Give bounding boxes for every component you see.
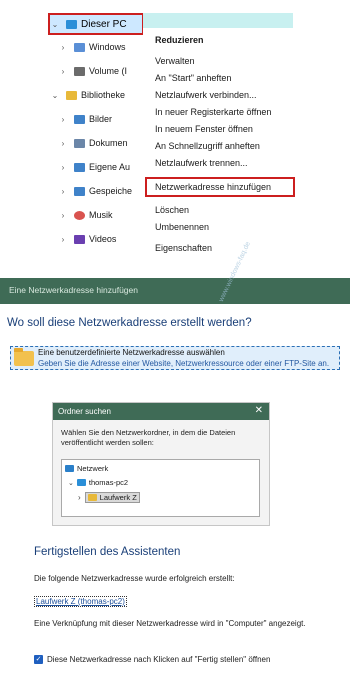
network-icon xyxy=(65,465,74,472)
tree-node-network[interactable]: Netzwerk xyxy=(65,464,108,473)
finish-heading: Fertigstellen des Assistenten xyxy=(34,546,181,558)
computer-icon xyxy=(76,479,86,486)
chevron-right-icon[interactable]: › xyxy=(58,211,68,220)
library-folder-icon xyxy=(66,90,77,100)
menu-item-pin-quick-access[interactable]: An Schnellzugriff anheften xyxy=(155,141,260,151)
tree-item-label: Gespeiche xyxy=(89,186,133,196)
tree-item-label: Dokumen xyxy=(89,138,128,148)
folder-tree: Netzwerk ⌄ thomas-pc2 › Laufwerk Z xyxy=(61,459,260,517)
chevron-down-icon[interactable]: ⌄ xyxy=(50,91,60,100)
menu-item-delete[interactable]: Löschen xyxy=(155,205,189,215)
menu-item-add-network-location[interactable]: Netzwerkadresse hinzufügen xyxy=(155,182,271,192)
dialog-title: Ordner suchen xyxy=(58,407,111,416)
folder-icon xyxy=(87,494,97,501)
tree-item-label: Videos xyxy=(89,234,117,244)
chevron-right-icon[interactable]: › xyxy=(58,235,68,244)
browse-folder-dialog: Ordner suchen ✕ Wählen Sie den Netzwerko… xyxy=(52,402,270,526)
menu-item-open-new-tab[interactable]: In neuer Registerkarte öffnen xyxy=(155,107,271,117)
explorer-navigation-pane: ⌄ Dieser PC › Windows › Volume (I ⌄ Bibl… xyxy=(0,0,165,265)
folder-icon xyxy=(14,348,34,366)
tree-item-label: Windows xyxy=(89,42,126,52)
music-icon xyxy=(74,210,85,220)
tree-item-label: Bibliotheke xyxy=(81,90,126,100)
menu-item-manage[interactable]: Verwalten xyxy=(155,56,195,66)
finish-info-text: Eine Verknüpfung mit dieser Netzwerkadre… xyxy=(34,619,306,628)
menu-item-rename[interactable]: Umbenennen xyxy=(155,222,209,232)
tree-item-label: Eigene Au xyxy=(89,162,131,172)
videos-icon xyxy=(74,234,85,244)
menu-item-pin-to-start[interactable]: An "Start" anheften xyxy=(155,73,231,83)
computer-icon xyxy=(66,19,77,29)
pictures-icon xyxy=(74,114,85,124)
menu-header-strip xyxy=(143,13,293,28)
tree-node-label: Laufwerk Z xyxy=(99,493,137,502)
tree-node-computer[interactable]: ⌄ thomas-pc2 xyxy=(68,478,128,487)
context-menu: Reduzieren Verwalten An "Start" anheften… xyxy=(143,13,295,265)
wizard-title: Eine Netzwerkadresse hinzufügen xyxy=(9,285,138,295)
menu-item-map-network-drive[interactable]: Netzlaufwerk verbinden... xyxy=(155,90,257,100)
close-icon[interactable]: ✕ xyxy=(255,405,263,416)
tree-item-label: Volume (I xyxy=(89,66,128,76)
menu-item-collapse[interactable]: Reduzieren xyxy=(155,35,204,45)
checkbox-checked-icon[interactable]: ✓ xyxy=(34,655,43,664)
tree-node-label: Netzwerk xyxy=(77,464,109,473)
documents-icon xyxy=(74,138,85,148)
finish-success-text: Die folgende Netzwerkadresse wurde erfol… xyxy=(34,574,235,583)
tree-item-label: Dieser PC xyxy=(81,18,127,30)
drive-icon xyxy=(74,66,85,76)
wizard-question: Wo soll diese Netzwerkadresse erstellt w… xyxy=(7,317,252,329)
network-location-link[interactable]: Laufwerk Z (thomas-pc2) xyxy=(34,596,127,607)
saved-pictures-icon xyxy=(74,186,85,196)
menu-item-open-new-window[interactable]: In neuem Fenster öffnen xyxy=(155,124,253,134)
tree-item-label: Musik xyxy=(89,210,113,220)
selected-node[interactable]: Laufwerk Z xyxy=(84,492,140,503)
chevron-down-icon[interactable]: ⌄ xyxy=(68,479,74,487)
wizard-title-bar: Eine Netzwerkadresse hinzufügen xyxy=(0,278,350,304)
tree-item-this-pc[interactable]: ⌄ Dieser PC xyxy=(48,13,144,35)
chevron-right-icon[interactable]: › xyxy=(58,187,68,196)
drive-icon xyxy=(74,42,85,52)
chevron-right-icon[interactable]: › xyxy=(58,163,68,172)
tree-node-label: thomas-pc2 xyxy=(88,478,129,487)
option-title: Eine benutzerdefinierte Netzwerkadresse … xyxy=(38,348,225,357)
custom-network-location-option[interactable]: Eine benutzerdefinierte Netzwerkadresse … xyxy=(10,346,340,370)
menu-item-properties[interactable]: Eigenschaften xyxy=(155,243,212,253)
dialog-description: Wählen Sie den Netzwerkordner, in dem di… xyxy=(61,428,236,447)
recordings-icon xyxy=(74,162,85,172)
checkbox-label: Diese Netzwerkadresse nach Klicken auf "… xyxy=(47,655,271,664)
tree-node-drive-z[interactable]: › Laufwerk Z xyxy=(78,492,140,503)
chevron-right-icon[interactable]: › xyxy=(58,67,68,76)
chevron-right-icon[interactable]: › xyxy=(78,493,81,502)
open-location-checkbox-row[interactable]: ✓ Diese Netzwerkadresse nach Klicken auf… xyxy=(34,655,270,664)
chevron-right-icon[interactable]: › xyxy=(58,43,68,52)
tree-item-label: Bilder xyxy=(89,114,113,124)
chevron-down-icon[interactable]: ⌄ xyxy=(50,20,60,29)
chevron-right-icon[interactable]: › xyxy=(58,139,68,148)
dialog-title-bar: Ordner suchen ✕ xyxy=(53,403,269,420)
chevron-right-icon[interactable]: › xyxy=(58,115,68,124)
menu-item-disconnect-network-drive[interactable]: Netzlaufwerk trennen... xyxy=(155,158,248,168)
option-description: Geben Sie die Adresse einer Website, Net… xyxy=(38,359,330,368)
